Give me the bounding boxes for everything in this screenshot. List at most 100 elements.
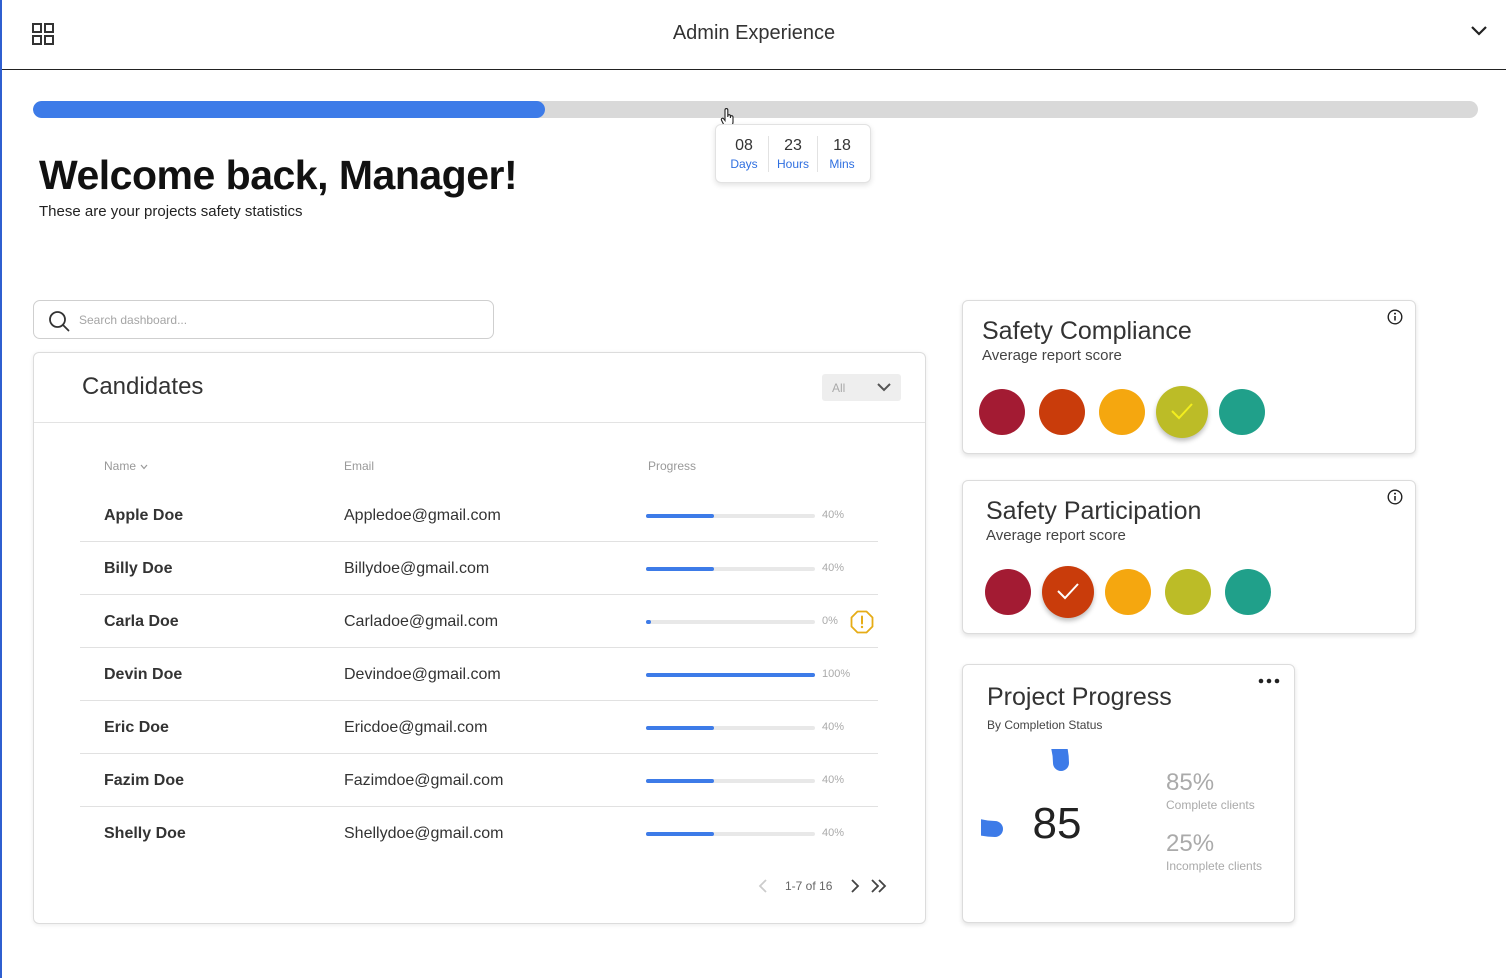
info-icon[interactable]: [1387, 489, 1403, 505]
score-option-5[interactable]: [1219, 389, 1265, 435]
candidate-email[interactable]: Appledoe@gmail.com: [344, 507, 501, 525]
table-row[interactable]: Shelly Doe Shellydoe@gmail.com 40%: [80, 807, 878, 860]
candidate-progress-bar: [646, 832, 815, 836]
candidate-name: Eric Doe: [104, 719, 169, 736]
safety-compliance-card: Safety Compliance Average report score: [962, 300, 1416, 454]
filter-selected-value: All: [832, 381, 846, 395]
candidate-progress-percent: 40%: [822, 774, 845, 786]
candidate-progress-percent: 40%: [822, 827, 845, 839]
candidate-email[interactable]: Ericdoe@gmail.com: [344, 719, 487, 737]
table-row[interactable]: Carla Doe Carladoe@gmail.com 0%: [80, 595, 878, 648]
candidate-progress-percent: 0%: [822, 615, 838, 627]
candidate-progress-percent: 40%: [822, 509, 845, 521]
candidate-email[interactable]: Shellydoe@gmail.com: [344, 825, 503, 843]
sort-chevron-icon: [140, 464, 148, 470]
candidates-filter-select[interactable]: All: [822, 374, 901, 401]
countdown-mins-value: 18: [833, 136, 851, 154]
candidate-progress-fill: [646, 726, 714, 730]
score-option-2[interactable]: [1039, 389, 1085, 435]
candidates-title: Candidates: [82, 373, 204, 400]
candidate-email[interactable]: Devindoe@gmail.com: [344, 666, 501, 684]
countdown-hours-value: 23: [784, 136, 802, 154]
safety-compliance-title: Safety Compliance: [982, 317, 1192, 345]
complete-percent: 85%: [1166, 769, 1215, 796]
more-options-icon[interactable]: [1258, 677, 1280, 685]
safety-compliance-score-options: [979, 386, 1279, 438]
candidate-progress-bar: [646, 620, 815, 624]
search-icon: [49, 311, 70, 332]
candidate-email[interactable]: Carladoe@gmail.com: [344, 613, 498, 631]
pagination: 1-7 of 16: [754, 875, 894, 895]
candidate-name: Devin Doe: [104, 666, 183, 683]
check-icon: [1171, 403, 1193, 420]
complete-label: Complete clients: [1166, 798, 1255, 812]
project-progress-subtitle: By Completion Status: [987, 718, 1103, 732]
candidate-progress-bar: [646, 726, 815, 730]
warning-icon[interactable]: [850, 610, 874, 634]
double-chevron-right-icon[interactable]: [870, 879, 888, 893]
candidate-progress-fill: [646, 620, 651, 624]
candidate-progress-percent: 40%: [822, 562, 845, 574]
countdown-hours: 23 Hours: [768, 135, 817, 172]
table-row[interactable]: Apple Doe Appledoe@gmail.com 40%: [80, 489, 878, 542]
countdown-mins-unit: Mins: [829, 156, 855, 171]
top-bar: Admin Experience: [2, 0, 1506, 70]
score-option-1[interactable]: [979, 389, 1025, 435]
score-option-4[interactable]: [1165, 569, 1211, 615]
countdown-mins: 18 Mins: [817, 135, 866, 172]
safety-compliance-subtitle: Average report score: [982, 347, 1122, 364]
candidates-table-body: Apple Doe Appledoe@gmail.com 40% Billy Doe B…: [80, 489, 878, 860]
column-header-name[interactable]: Name: [104, 459, 148, 473]
chevron-left-icon[interactable]: [758, 879, 768, 893]
info-icon[interactable]: [1387, 309, 1403, 325]
chevron-down-icon[interactable]: [1470, 24, 1488, 38]
candidate-progress-fill: [646, 567, 714, 571]
table-row[interactable]: Devin Doe Devindoe@gmail.com 100%: [80, 648, 878, 701]
candidate-progress-bar: [646, 514, 815, 518]
candidate-progress-fill: [646, 673, 815, 677]
donut-center-value: 85: [1032, 799, 1082, 848]
candidate-name: Billy Doe: [104, 560, 173, 577]
safety-participation-subtitle: Average report score: [986, 527, 1126, 544]
safety-participation-card: Safety Participation Average report scor…: [962, 480, 1416, 634]
search-bar[interactable]: [33, 300, 494, 339]
chevron-down-icon: [877, 383, 891, 392]
table-row[interactable]: Eric Doe Ericdoe@gmail.com 40%: [80, 701, 878, 754]
left-edge-accent: [0, 0, 2, 978]
score-option-5[interactable]: [1225, 569, 1271, 615]
card-divider: [34, 422, 925, 423]
table-row[interactable]: Fazim Doe Fazimdoe@gmail.com 40%: [80, 754, 878, 807]
candidate-name: Carla Doe: [104, 613, 179, 630]
project-progress-card: Project Progress By Completion Status 85…: [962, 664, 1295, 923]
candidate-progress-fill: [646, 832, 714, 836]
candidate-progress-bar: [646, 779, 815, 783]
countdown-days-unit: Days: [730, 156, 758, 171]
candidate-progress-bar: [646, 567, 815, 571]
column-header-progress: Progress: [648, 459, 697, 473]
table-row[interactable]: Billy Doe Billydoe@gmail.com 40%: [80, 542, 878, 595]
timeline-progress-bar[interactable]: [33, 101, 1478, 118]
candidate-email[interactable]: Fazimdoe@gmail.com: [344, 772, 503, 790]
column-header-name-label: Name: [104, 459, 137, 473]
score-option-1[interactable]: [985, 569, 1031, 615]
check-icon: [1057, 583, 1079, 600]
incomplete-percent: 25%: [1166, 830, 1215, 857]
score-option-3[interactable]: [1105, 569, 1151, 615]
score-option-2[interactable]: [1042, 566, 1094, 618]
score-option-3[interactable]: [1099, 389, 1145, 435]
candidate-name: Shelly Doe: [104, 825, 186, 842]
candidates-card: Candidates All Name Email Progress Apple…: [33, 352, 926, 924]
app-title: Admin Experience: [672, 22, 836, 44]
chevron-right-icon[interactable]: [850, 879, 860, 893]
candidate-name: Apple Doe: [104, 507, 184, 524]
candidate-progress-percent: 40%: [822, 721, 845, 733]
candidate-progress-fill: [646, 779, 714, 783]
candidate-progress-bar: [646, 673, 815, 677]
project-progress-title: Project Progress: [987, 683, 1172, 711]
candidate-email[interactable]: Billydoe@gmail.com: [344, 560, 489, 578]
pagination-range: 1-7 of 16: [785, 879, 833, 893]
score-option-4[interactable]: [1156, 386, 1208, 438]
countdown-days-value: 08: [735, 136, 753, 154]
incomplete-label: Incomplete clients: [1166, 859, 1263, 873]
search-input[interactable]: [79, 309, 479, 331]
